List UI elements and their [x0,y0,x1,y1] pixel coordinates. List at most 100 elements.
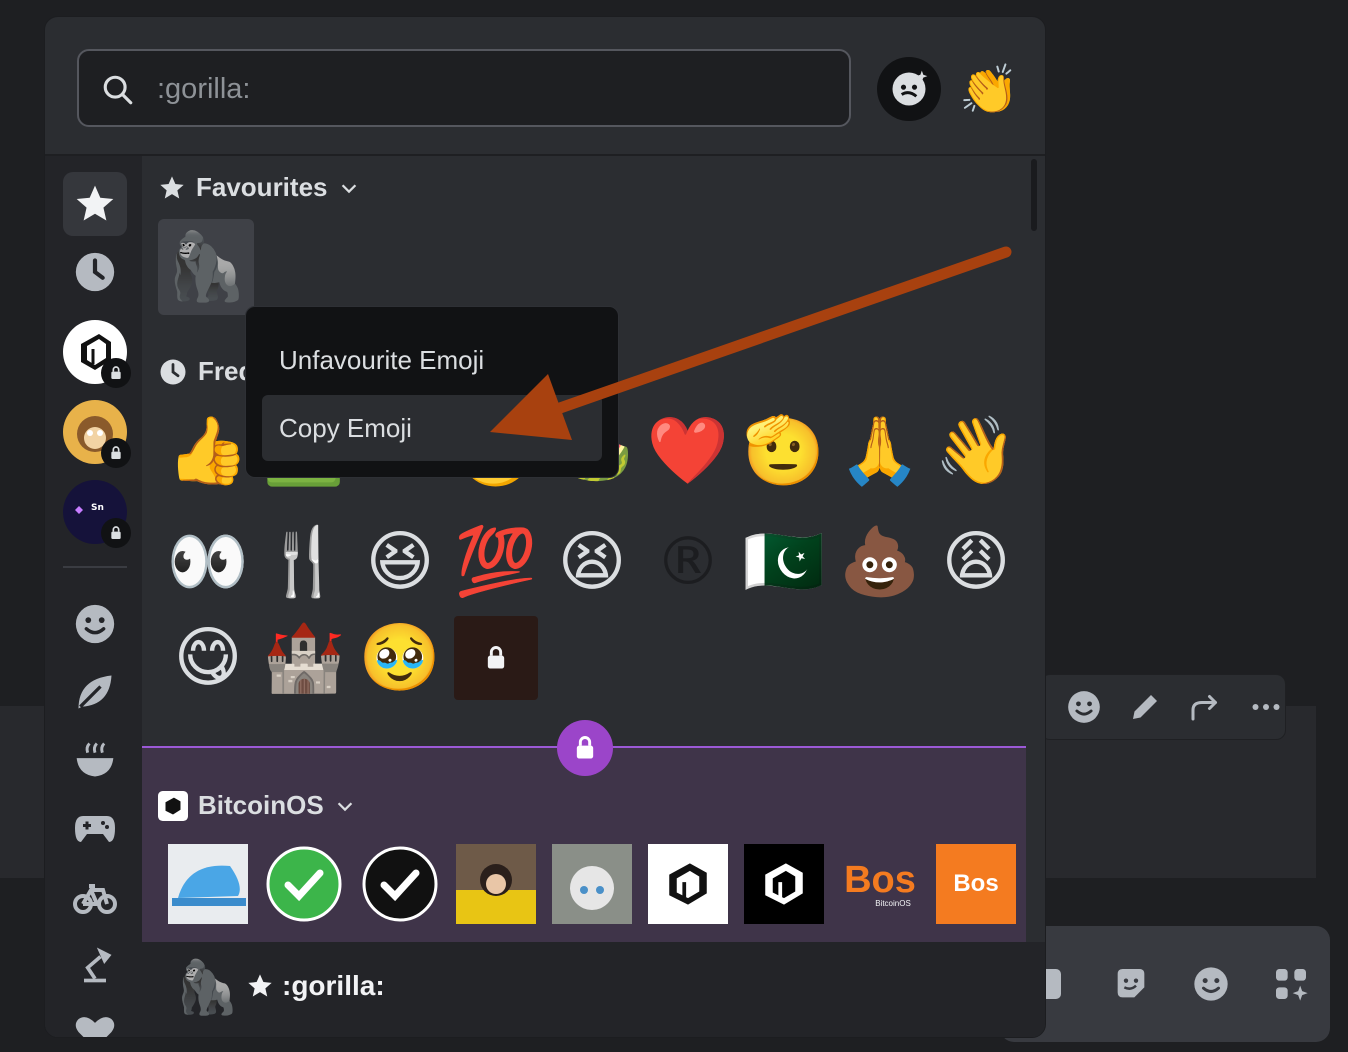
emoji-eyes[interactable]: 👀 [166,520,250,604]
emoji-folded-hands[interactable]: 🙏 [838,409,922,493]
heart-icon [75,1017,115,1037]
sidebar-item-travel[interactable] [63,864,127,928]
bos-text: Bos [953,870,999,897]
emoji-bos-cap[interactable] [168,844,248,924]
emoji-bitcoinos-logo-black[interactable] [744,844,824,924]
sticker-icon[interactable] [1110,963,1152,1005]
sidebar-item-nature[interactable] [63,660,127,724]
emoji-verified-green[interactable] [264,844,344,924]
gamepad-icon [75,816,115,842]
emoji-bitcoinos-logo-white[interactable] [648,844,728,924]
bicycle-icon [73,884,117,914]
smile-icon [75,604,115,644]
emoji-flag-pakistan[interactable]: 🇵🇰 [742,520,826,604]
frequently-used-header[interactable]: Freq [158,356,254,387]
chevron-down-icon [337,801,352,811]
search-box [77,49,851,127]
category-sidebar: Sn [45,156,142,1037]
clock-icon [75,252,115,292]
emoji-context-menu: Unfavourite Emoji Copy Emoji [245,306,619,478]
emoji-registered[interactable]: ® [646,520,730,604]
lock-icon [101,518,131,548]
emoji-smile-icon[interactable] [1190,963,1232,1005]
preview-label: :gorilla: [246,970,385,1002]
emoji-verified-black[interactable] [360,844,440,924]
leaf-icon [78,675,112,709]
emoji-pile-of-poo[interactable]: 💩 [838,520,922,604]
gorilla-emoji: 🦍 [164,228,248,305]
sn-server-icon: Sn [63,480,131,548]
skin-tone-selector[interactable]: 👏 [957,57,1021,121]
emoji-bos-wordmark[interactable]: Bos BitcoinOS [840,844,920,924]
clock-icon [160,359,186,384]
search-input[interactable] [155,63,819,115]
emoji-yum[interactable]: 😋 [166,616,250,700]
bowl-icon [76,742,114,777]
chevron-down-icon [341,183,356,193]
emoji-anime-money[interactable] [552,844,632,924]
emoji-preview-footer: 🦍 :gorilla: [142,942,1045,1037]
emoji-holding-back-tears[interactable]: 🥹 [358,616,442,700]
sidebar-item-favourites[interactable] [63,172,127,236]
sidebar-item-server-sn[interactable]: Sn [63,480,131,548]
lamp-icon [84,947,112,983]
emoji-gorilla-favourite[interactable]: 🦍 [158,219,254,315]
bos-subtext: BitcoinOS [875,898,911,908]
premium-lock-icon[interactable] [557,720,613,776]
nitro-emoji-icon[interactable] [877,57,941,121]
bitcoinos-title: BitcoinOS [198,790,324,820]
bitcoinos-server-icon [63,320,131,388]
emoji-locked-custom[interactable] [454,616,538,700]
unfavourite-emoji-menu-item[interactable]: Unfavourite Emoji [262,327,602,393]
emoji-castle[interactable]: 🏰 [262,616,346,700]
emoji-weary-face[interactable]: 😩 [934,520,1018,604]
star-icon [160,175,184,198]
message-actions-toolbar [1040,674,1286,740]
bitcoinos-header[interactable]: BitcoinOS [158,790,356,821]
emoji-thumbs-up[interactable]: 👍 [166,409,250,493]
preview-emoji: 🦍 [174,958,239,1018]
sidebar-item-server-bitcoinos[interactable] [63,320,131,388]
sidebar-item-food[interactable] [63,728,127,792]
sidebar-item-activities[interactable] [63,796,127,860]
edit-pencil-icon[interactable] [1126,687,1165,727]
bitcoinos-server-icon [158,790,188,821]
bos-text: Bos [844,858,916,901]
sidebar-item-recent[interactable] [63,240,127,304]
sidebar-item-people[interactable] [63,592,127,656]
favourites-title: Favourites [196,172,328,202]
preview-emoji-name: :gorilla: [282,970,385,1001]
add-reaction-icon[interactable] [1065,687,1104,727]
apps-icon[interactable] [1270,963,1312,1005]
more-options-icon[interactable] [1247,687,1286,727]
emoji-waving-hand[interactable]: 👋 [934,409,1018,493]
star-icon [248,974,272,997]
message-composer-actions [1000,926,1330,1042]
picker-header: 👏 [45,17,1045,156]
sidebar-item-objects[interactable] [63,932,127,996]
scrollbar-thumb[interactable] [1031,159,1037,231]
copy-emoji-menu-item[interactable]: Copy Emoji [262,395,602,461]
favourites-header[interactable]: Favourites [158,172,360,203]
emoji-picker: 👏 Sn [44,16,1046,1038]
emoji-fork-knife[interactable]: 🍴 [262,520,346,604]
monkey-server-icon [63,400,131,468]
emoji-bos-orange[interactable]: Bos [936,844,1016,924]
sidebar-item-server-monkey[interactable] [63,400,131,468]
star-icon [76,185,114,221]
emoji-laughing[interactable]: 😆 [358,520,442,604]
sidebar-item-symbols[interactable] [63,1000,127,1037]
emoji-pikachu-girl[interactable] [456,844,536,924]
bitcoinos-section: BitcoinOS Bos BitcoinOS Bos [142,748,1026,942]
emoji-red-heart[interactable]: ❤️ [646,409,730,493]
lock-icon [101,358,131,388]
emoji-tired-face[interactable]: 😫 [550,520,634,604]
forward-arrow-icon[interactable] [1186,687,1225,727]
sidebar-divider [63,566,127,568]
search-icon [103,75,133,105]
lock-icon [487,646,505,669]
emoji-saluting-face[interactable]: 🫡 [742,409,826,493]
emoji-hundred[interactable]: 💯 [454,520,538,604]
server-label: Sn [91,503,104,513]
lock-icon [101,438,131,468]
